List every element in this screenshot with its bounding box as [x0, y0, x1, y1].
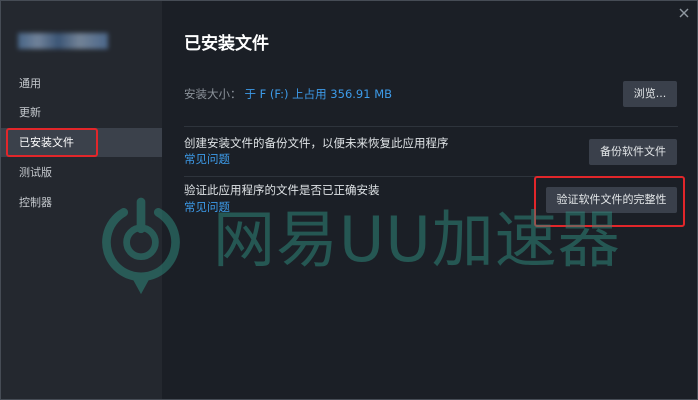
verify-faq-link[interactable]: 常见问题: [184, 200, 230, 214]
divider: [184, 126, 678, 127]
divider: [184, 176, 678, 177]
close-icon[interactable]: [677, 6, 691, 20]
sidebar-item-general[interactable]: 通用: [1, 69, 162, 98]
install-size-value: 于 F (F:) 上占用 356.91 MB: [244, 87, 393, 101]
sidebar-item-label: 已安装文件: [19, 136, 74, 149]
watermark-text: 网易UU加速器: [213, 203, 621, 276]
browse-button[interactable]: 浏览...: [623, 81, 677, 107]
install-size-row: 安装大小：于 F (F:) 上占用 356.91 MB: [184, 87, 392, 101]
verify-integrity-button[interactable]: 验证软件文件的完整性: [546, 187, 677, 213]
install-size-label: 安装大小：: [184, 87, 242, 101]
sidebar-item-label: 测试版: [19, 166, 52, 179]
properties-dialog: 通用 更新 已安装文件 测试版 控制器 已安装文件 安装大小：于 F (F:) …: [0, 0, 698, 400]
sidebar-item-updates[interactable]: 更新: [1, 98, 162, 127]
verify-description: 验证此应用程序的文件是否已正确安装: [184, 183, 380, 197]
sidebar-item-betas[interactable]: 测试版: [1, 158, 162, 187]
sidebar-item-installed-files[interactable]: 已安装文件: [1, 128, 162, 157]
backup-files-button[interactable]: 备份软件文件: [589, 139, 677, 165]
backup-description: 创建安装文件的备份文件，以便未来恢复此应用程序: [184, 136, 449, 150]
page-title: 已安装文件: [184, 34, 269, 54]
backup-faq-link[interactable]: 常见问题: [184, 152, 230, 166]
sidebar-item-label: 控制器: [19, 196, 52, 209]
blurred-app-title: [18, 33, 108, 49]
sidebar-item-label: 更新: [19, 106, 41, 119]
sidebar: 通用 更新 已安装文件 测试版 控制器: [1, 1, 162, 399]
sidebar-item-label: 通用: [19, 77, 41, 90]
sidebar-item-controller[interactable]: 控制器: [1, 188, 162, 217]
